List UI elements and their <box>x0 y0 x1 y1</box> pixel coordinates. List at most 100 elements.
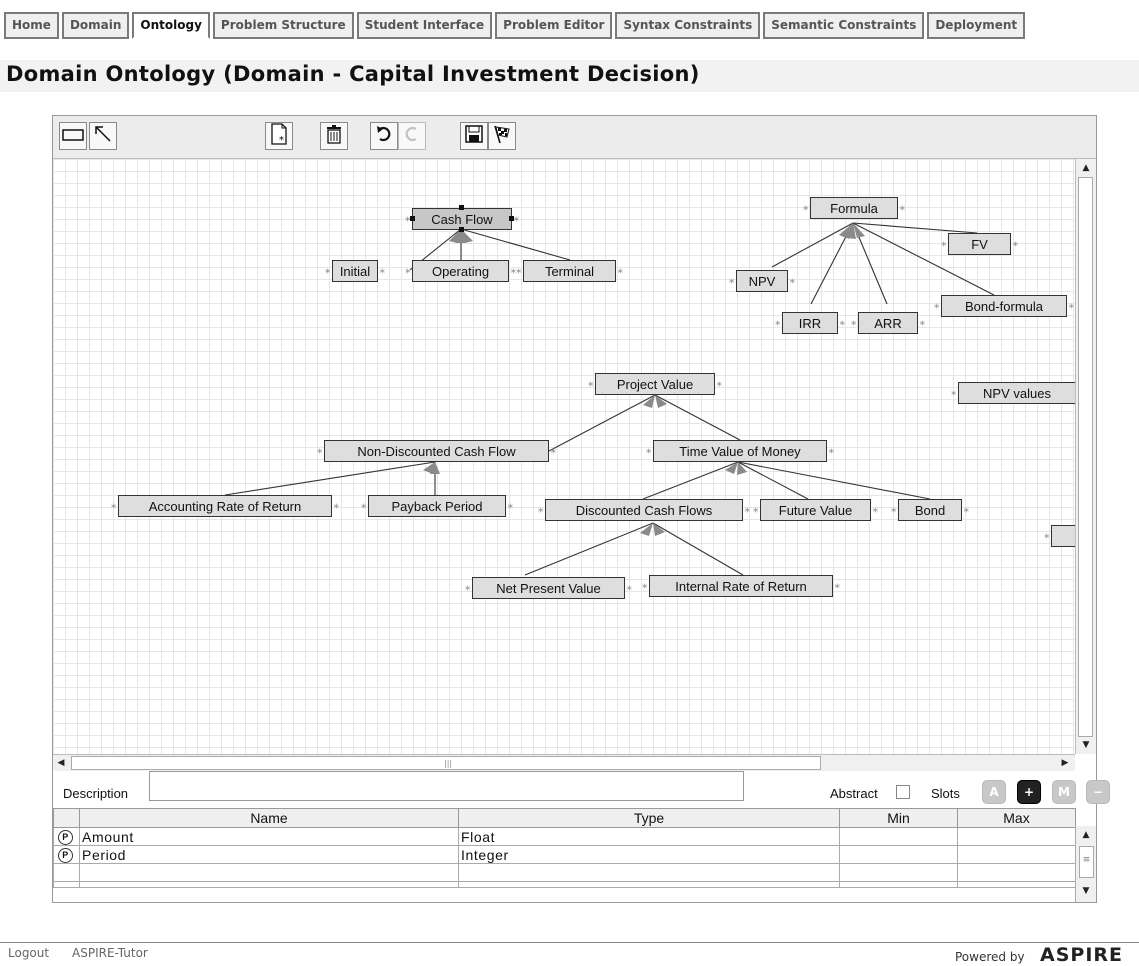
concept-node-accounting-rate-of-return[interactable]: Accounting Rate of Return <box>111 495 339 517</box>
slot-type[interactable]: Integer <box>458 845 840 864</box>
slot-max[interactable] <box>957 827 1076 846</box>
slot-attribute-icon: A <box>989 785 999 799</box>
description-label: Description <box>63 786 129 801</box>
trash-icon <box>325 124 343 148</box>
concept-node-fv[interactable]: FV <box>941 233 1018 255</box>
checkered-flag-icon <box>492 124 512 148</box>
minus-icon: − <box>1092 785 1104 799</box>
slot-name[interactable]: Period <box>79 845 459 864</box>
description-input[interactable] <box>149 771 744 801</box>
table-row[interactable]: P Period Integer <box>53 845 1076 864</box>
connector-lines <box>224 222 995 576</box>
delete-button[interactable] <box>320 122 348 150</box>
scroll-thumb[interactable]: ||| <box>71 756 821 770</box>
aspire-logo: ASPIRE <box>1040 944 1123 966</box>
rectangle-tool-icon <box>62 127 84 146</box>
scroll-down-icon[interactable]: ▼ <box>1076 882 1096 900</box>
undo-button[interactable] <box>370 122 398 150</box>
remove-slot-button[interactable]: − <box>1086 780 1110 804</box>
redo-icon <box>402 124 422 148</box>
slot-min[interactable] <box>839 845 958 864</box>
page-title: Domain Ontology (Domain - Capital Invest… <box>6 62 700 86</box>
table-vertical-scrollbar[interactable]: ▲ ≡ ▼ <box>1075 826 1096 902</box>
tab-problem-editor[interactable]: Problem Editor <box>495 12 613 39</box>
new-document-icon: * <box>269 123 289 149</box>
finish-button[interactable] <box>488 122 516 150</box>
table-row-empty[interactable] <box>53 863 1076 882</box>
rectangle-tool-button[interactable] <box>59 122 87 150</box>
footer-divider <box>0 942 1139 943</box>
column-header-name[interactable]: Name <box>79 808 459 828</box>
slot-name[interactable]: Amount <box>79 827 459 846</box>
table-row-empty[interactable] <box>53 881 1076 888</box>
concept-node-future-value[interactable]: Future Value <box>753 499 878 521</box>
concept-node-project-value[interactable]: Project Value <box>588 373 722 395</box>
concept-node-discounted-cash-flows[interactable]: Discounted Cash Flows <box>538 499 750 521</box>
logout-link[interactable]: Logout <box>8 946 49 960</box>
tab-syntax-constraints[interactable]: Syntax Constraints <box>615 12 761 39</box>
tab-problem-structure[interactable]: Problem Structure <box>212 12 354 39</box>
canvas-vertical-scrollbar[interactable]: ▲ ▼ <box>1075 159 1096 754</box>
pointer-arrow-icon <box>93 124 113 148</box>
ontology-canvas[interactable]: Cash Flow Initial Operating Terminal For… <box>53 159 1075 754</box>
app-name: ASPIRE-Tutor <box>72 946 148 960</box>
concept-node-bond-formula[interactable]: Bond-formula <box>934 295 1074 317</box>
property-icon-cell: P <box>53 827 80 846</box>
scroll-right-icon[interactable]: ▶ <box>1057 754 1073 772</box>
tab-home[interactable]: Home <box>4 12 59 39</box>
scroll-thumb[interactable]: ≡ <box>1079 846 1094 878</box>
concept-node-npv[interactable]: NPV <box>729 270 795 292</box>
concept-node-internal-rate-of-return[interactable]: Internal Rate of Return <box>642 575 840 597</box>
resize-handle[interactable] <box>459 227 464 232</box>
tab-bar: Home Domain Ontology Problem Structure S… <box>4 12 1026 39</box>
slot-type[interactable]: Float <box>458 827 840 846</box>
canvas-horizontal-scrollbar[interactable]: ◀ ||| ▶ <box>53 754 1075 771</box>
concept-node-arr[interactable]: ARR <box>851 312 925 334</box>
concept-node-irr[interactable]: IRR <box>775 312 845 334</box>
concept-node-terminal[interactable]: Terminal <box>516 260 623 282</box>
scroll-up-icon[interactable]: ▲ <box>1076 826 1096 844</box>
svg-text:*: * <box>279 135 284 145</box>
tab-semantic-constraints[interactable]: Semantic Constraints <box>763 12 925 39</box>
add-slot-button[interactable]: + <box>1017 780 1041 804</box>
property-icon: P <box>58 829 73 845</box>
scroll-thumb[interactable] <box>1078 177 1093 737</box>
concept-node-time-value-of-money[interactable]: Time Value of Money <box>646 440 834 462</box>
concept-node-npv-values[interactable]: NPV values <box>951 382 1075 404</box>
scroll-down-icon[interactable]: ▼ <box>1076 736 1096 754</box>
slot-attribute-button[interactable]: A <box>982 780 1006 804</box>
concept-node-non-discounted-cash-flow[interactable]: Non-Discounted Cash Flow <box>317 440 556 462</box>
editor-toolbar: * <box>53 116 1096 159</box>
ontology-editor: * ⁎ Cash Flow ⁎ ⁎ Initial ⁎ ⁎ Operating … <box>52 115 1110 903</box>
modify-slot-button[interactable]: M <box>1052 780 1076 804</box>
concept-node-formula[interactable]: Formula <box>803 197 905 219</box>
concept-node-net-present-value[interactable]: Net Present Value <box>465 577 632 599</box>
resize-handle[interactable] <box>509 216 514 221</box>
table-row[interactable]: P Amount Float <box>53 827 1076 846</box>
resize-handle[interactable] <box>410 216 415 221</box>
redo-button[interactable] <box>398 122 426 150</box>
abstract-checkbox[interactable] <box>896 785 910 799</box>
resize-handle[interactable] <box>459 205 464 210</box>
tab-student-interface[interactable]: Student Interface <box>356 12 493 39</box>
concept-node-bond[interactable]: Bond <box>891 499 969 521</box>
concept-node-operating[interactable]: Operating <box>405 260 516 282</box>
concept-node-initial[interactable]: Initial <box>325 260 385 282</box>
scroll-left-icon[interactable]: ◀ <box>53 754 69 772</box>
connect-tool-button[interactable] <box>89 122 117 150</box>
column-header-icon <box>53 808 80 828</box>
save-button[interactable] <box>460 122 488 150</box>
column-header-max[interactable]: Max <box>957 808 1076 828</box>
column-header-min[interactable]: Min <box>839 808 958 828</box>
concept-node-payback-period[interactable]: Payback Period <box>361 495 513 517</box>
column-header-type[interactable]: Type <box>458 808 840 828</box>
tab-domain[interactable]: Domain <box>61 12 130 39</box>
slot-max[interactable] <box>957 845 1076 864</box>
slots-table: Name Type Min Max P Amount Float P Perio… <box>53 808 1076 888</box>
slot-min[interactable] <box>839 827 958 846</box>
new-concept-button[interactable]: * <box>265 122 293 150</box>
concept-node-offscreen[interactable] <box>1044 525 1075 547</box>
scroll-up-icon[interactable]: ▲ <box>1076 159 1096 177</box>
tab-ontology[interactable]: Ontology <box>132 12 210 39</box>
tab-deployment[interactable]: Deployment <box>927 12 1026 39</box>
